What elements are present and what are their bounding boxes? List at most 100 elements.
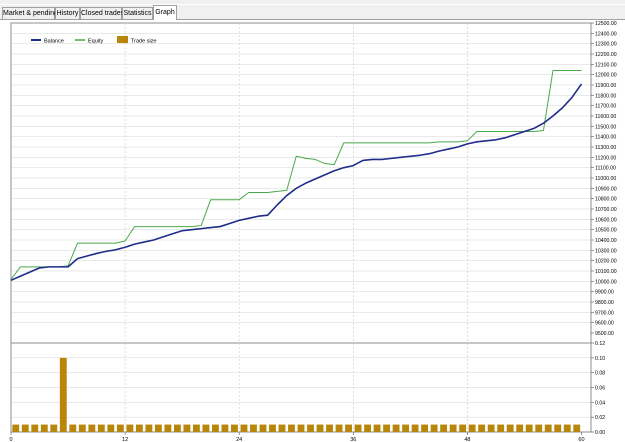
trade-size-bar [430, 424, 438, 432]
trade-size-bar [154, 424, 162, 432]
trade-size-y-tick-label: 0.06 [595, 386, 605, 392]
trade-size-bar [21, 424, 29, 432]
trade-size-x-tick-label: 36 [350, 437, 356, 442]
trade-size-bar [554, 424, 562, 432]
trade-size-bar [497, 424, 505, 432]
legend-label-balance: Balance [44, 39, 64, 45]
trade-size-bar [468, 424, 476, 432]
trade-size-bar [354, 424, 362, 432]
equity-y-tick-label: 11700.00 [595, 104, 616, 110]
trade-size-bar [478, 424, 486, 432]
trade-size-bar [411, 424, 419, 432]
trade-size-bar [535, 424, 543, 432]
equity-y-tick-label: 10300.00 [595, 248, 617, 254]
trade-size-bar [373, 424, 381, 432]
trade-size-bar [240, 424, 248, 432]
trade-size-bar [335, 424, 343, 432]
legend-label-equity: Equity [88, 39, 104, 45]
equity-y-tick-label: 9500.00 [595, 331, 614, 337]
trade-size-bar [126, 424, 134, 432]
graph-panel: 12500.00 12400.00 12300.00 12200.00 12100.00… [9, 21, 617, 442]
trade-size-bar [392, 424, 400, 432]
trade-size-x-axis: 0 12 24 36 48 60 [9, 432, 585, 442]
trade-size-bar [250, 424, 257, 432]
trade-size-y-tick-label: 0.00 [595, 430, 605, 436]
legend-swatch-trade-size [117, 36, 128, 43]
tab-statistics[interactable]: Statistics [122, 7, 153, 19]
equity-y-tick-label: 11100.00 [595, 166, 616, 172]
equity-y-tick-label: 9600.00 [595, 321, 614, 327]
trade-size-bar [69, 424, 77, 432]
trade-size-bar [487, 424, 495, 432]
trade-size-bar [544, 424, 552, 432]
trade-size-bar [307, 424, 314, 432]
equity-y-tick-label: 9700.00 [595, 310, 614, 316]
trade-size-y-tick-label: 0.08 [595, 371, 605, 377]
trade-size-bar [563, 424, 571, 432]
trade-size-bar [78, 424, 86, 432]
trade-size-bar [192, 424, 200, 432]
tab-graph[interactable]: Graph [153, 5, 177, 20]
trade-size-x-tick-label: 48 [464, 437, 470, 442]
trade-size-bar [345, 424, 352, 432]
equity-y-tick-label: 11500.00 [595, 124, 616, 130]
trade-size-bar [516, 424, 524, 432]
trade-size-x-tick-label: 24 [236, 437, 242, 442]
equity-y-tick-label: 12100.00 [595, 62, 617, 68]
trade-size-bar [59, 357, 67, 432]
trade-size-bar [525, 424, 533, 432]
trade-size-bar [316, 424, 324, 432]
equity-y-tick-label: 10500.00 [595, 228, 617, 234]
trade-size-bar [506, 424, 514, 432]
tab-market-pending[interactable]: Market & pending [2, 7, 58, 19]
equity-y-tick-label: 11300.00 [595, 145, 616, 151]
trade-size-bar [50, 424, 58, 432]
equity-y-tick-label: 12200.00 [595, 52, 617, 58]
trade-size-bar [183, 424, 191, 432]
trade-size-y-tick-label: 0.04 [595, 400, 605, 406]
equity-y-tick-label: 11000.00 [595, 176, 616, 182]
trade-size-bar [259, 424, 267, 432]
equity-y-tick-label: 10900.00 [595, 186, 617, 192]
trade-size-bar [383, 424, 390, 432]
trade-size-bar [231, 424, 238, 432]
trade-size-bar [40, 424, 48, 432]
trade-size-bar [202, 424, 210, 432]
equity-y-axis: 12500.00 12400.00 12300.00 12200.00 12100.00… [591, 21, 617, 337]
equity-y-tick-label: 9800.00 [595, 300, 614, 306]
tab-history[interactable]: History [55, 7, 80, 19]
trade-size-x-tick-label: 12 [122, 437, 128, 442]
window-title-strip [0, 0, 625, 4]
equity-y-tick-label: 11600.00 [595, 114, 616, 120]
trade-size-bar [269, 424, 276, 432]
terminal-tab-bar: Market & pending History Closed trades S… [0, 5, 625, 20]
trade-size-bar [164, 424, 172, 432]
trade-size-bar [173, 424, 181, 432]
equity-y-tick-label: 10200.00 [595, 259, 617, 265]
equity-y-tick-label: 11200.00 [595, 155, 616, 161]
equity-y-tick-label: 10700.00 [595, 207, 617, 213]
tab-closed-trades[interactable]: Closed trades [80, 7, 124, 19]
equity-plot-frame [10, 22, 592, 354]
trade-size-bar [278, 424, 286, 432]
trade-size-bar [135, 424, 143, 432]
trade-size-y-tick-label: 0.02 [595, 415, 605, 421]
equity-y-tick-label: 12300.00 [595, 42, 617, 48]
trade-size-bar [31, 424, 39, 432]
trade-size-bar [326, 424, 333, 432]
trade-size-bar [364, 424, 371, 432]
equity-y-tick-label: 10800.00 [595, 197, 617, 203]
equity-y-tick-label: 9900.00 [595, 290, 614, 296]
trade-size-bar [297, 424, 305, 432]
trade-size-bar [107, 424, 115, 432]
trade-size-x-tick-label: 0 [9, 437, 12, 442]
trade-size-bar [421, 424, 429, 432]
legend-label-trade-size: Trade size [131, 39, 156, 45]
trade-size-y-tick-label: 0.10 [595, 356, 605, 362]
equity-y-tick-label: 12500.00 [595, 21, 617, 27]
trade-size-bar [145, 424, 153, 432]
trade-size-y-axis: 0.12 0.10 0.08 0.06 0.04 0.02 0.00 [591, 341, 605, 436]
trade-size-bar [459, 424, 467, 432]
trade-size-bar [449, 424, 457, 432]
equity-y-tick-label: 10600.00 [595, 217, 617, 223]
